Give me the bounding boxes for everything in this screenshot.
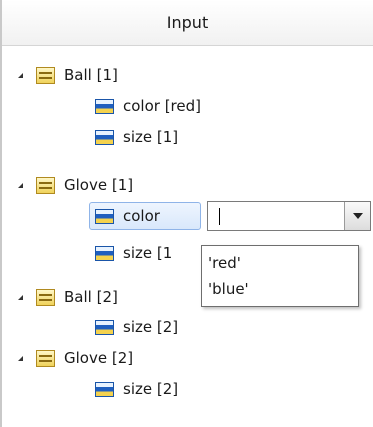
panel-border <box>0 0 2 427</box>
tree-leaf-glove-1-color[interactable]: color <box>95 203 160 229</box>
dropdown-option-red[interactable]: 'red' <box>208 251 241 275</box>
property-icon <box>95 98 114 114</box>
dropdown-option-blue[interactable]: 'blue' <box>208 277 249 301</box>
input-tree-panel: Input Ball [1] color [red] size [1] Glov… <box>0 0 373 427</box>
tree-leaf-label: size [2] <box>123 380 179 398</box>
tree-leaf-label: color [red] <box>123 97 201 115</box>
value-combobox[interactable] <box>207 201 371 231</box>
object-icon <box>36 288 55 306</box>
tree-leaf-glove-2-size[interactable]: size [2] <box>95 376 178 402</box>
tree-node-glove-2[interactable]: Glove [2] <box>36 345 133 371</box>
expanded-triangle-icon[interactable] <box>18 295 23 300</box>
tree-node-label: Glove [2] <box>64 349 134 367</box>
property-icon <box>95 245 114 261</box>
dropdown-list: 'red' 'blue' <box>201 245 359 307</box>
tree-leaf-label: size [1 <box>123 244 173 262</box>
tree-leaf-ball-1-size[interactable]: size [1] <box>95 124 178 150</box>
tree-leaf-ball-1-color[interactable]: color [red] <box>95 93 201 119</box>
property-icon <box>95 319 114 335</box>
tree-node-label: Ball [1] <box>64 66 118 84</box>
tree-leaf-glove-1-size[interactable]: size [1 <box>95 240 172 266</box>
tree-leaf-label: size [1] <box>123 128 179 146</box>
object-icon <box>36 349 55 367</box>
tree-leaf-label: color <box>123 207 160 225</box>
property-icon <box>95 208 114 224</box>
text-caret <box>219 208 220 225</box>
tree-node-glove-1[interactable]: Glove [1] <box>36 172 133 198</box>
expanded-triangle-icon[interactable] <box>18 356 23 361</box>
column-header[interactable]: Input <box>2 0 373 46</box>
expanded-triangle-icon[interactable] <box>18 73 23 78</box>
column-header-label: Input <box>166 13 209 32</box>
object-icon <box>36 66 55 84</box>
tree-leaf-label: size [2] <box>123 318 179 336</box>
object-icon <box>36 176 55 194</box>
property-icon <box>95 129 114 145</box>
tree-node-ball-2[interactable]: Ball [2] <box>36 284 118 310</box>
tree-node-label: Glove [1] <box>64 176 134 194</box>
chevron-down-icon <box>353 213 363 219</box>
dropdown-button[interactable] <box>344 202 370 230</box>
tree-node-label: Ball [2] <box>64 288 118 306</box>
tree-leaf-ball-2-size[interactable]: size [2] <box>95 314 178 340</box>
tree-node-ball-1[interactable]: Ball [1] <box>36 62 118 88</box>
expanded-triangle-icon[interactable] <box>18 183 23 188</box>
property-icon <box>95 381 114 397</box>
